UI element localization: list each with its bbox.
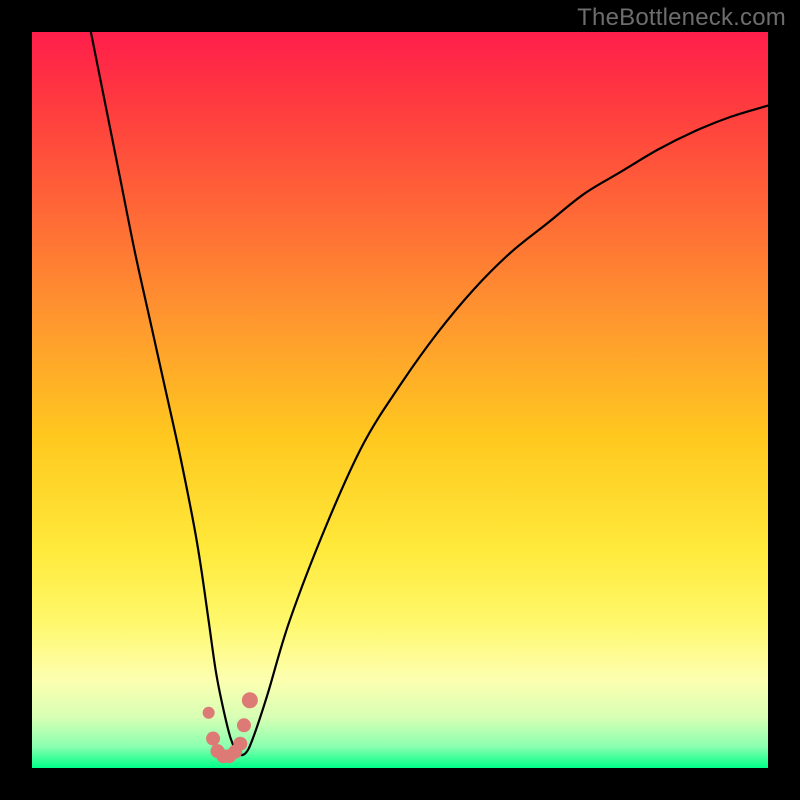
marker-dot [233, 737, 247, 751]
marker-dot [203, 707, 215, 719]
plot-area [32, 32, 768, 768]
marker-dot [206, 732, 220, 746]
bottom-marker-cluster [203, 692, 258, 763]
outer-frame: TheBottleneck.com [0, 0, 800, 800]
marker-dot [237, 718, 251, 732]
marker-dot [242, 692, 258, 708]
bottleneck-curve [91, 32, 768, 755]
watermark-text: TheBottleneck.com [577, 4, 786, 32]
curve-layer [32, 32, 768, 768]
